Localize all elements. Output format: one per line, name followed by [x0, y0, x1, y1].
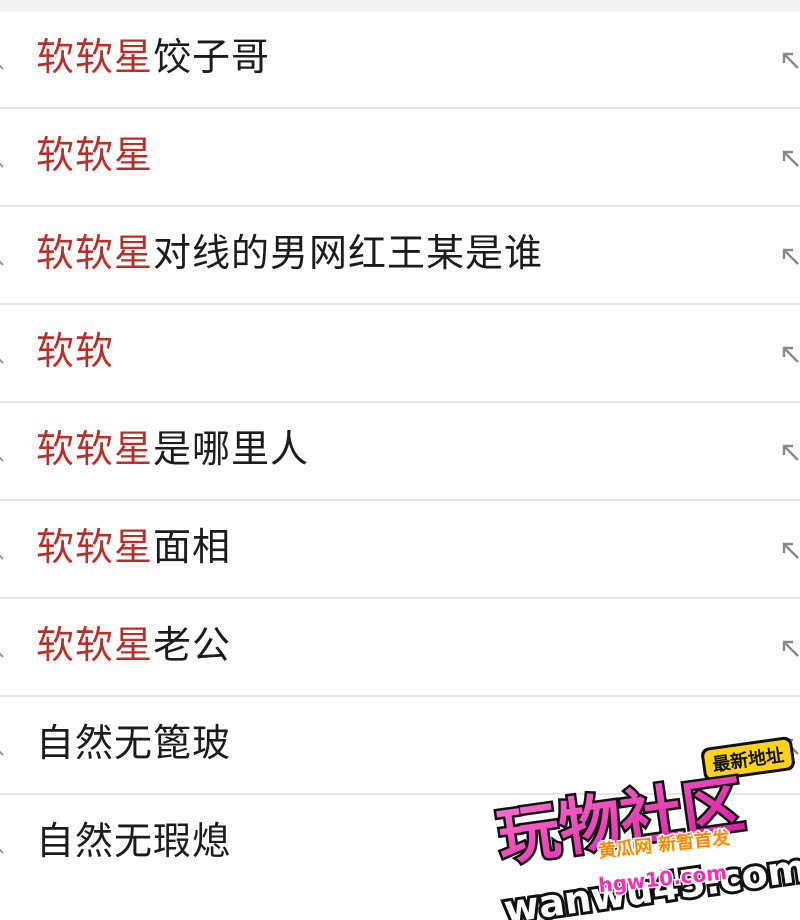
suggestion-text: 软软星老公	[36, 622, 231, 668]
suggestion-text: 软软星对线的男网红王某是谁	[36, 230, 543, 276]
suggestion-row[interactable]: 软软星老公	[0, 600, 800, 697]
suggestion-text: 软软星面相	[36, 524, 231, 570]
arrow-up-left-icon[interactable]	[780, 734, 800, 758]
search-icon	[0, 652, 4, 658]
arrow-up-left-icon[interactable]	[780, 244, 800, 268]
suggestion-text: 软软星饺子哥	[36, 34, 270, 80]
suggestion-text: 自然无瑕熄	[36, 818, 231, 864]
suggestion-row[interactable]: 自然无瑕熄	[0, 796, 800, 893]
suggestion-highlight: 软软星	[36, 231, 154, 275]
arrow-up-left-icon[interactable]	[780, 440, 800, 464]
suggestion-rest: 面相	[153, 525, 232, 569]
search-icon	[0, 848, 4, 854]
suggestion-highlight: 软软星	[36, 525, 154, 569]
search-icon	[0, 260, 4, 266]
suggestion-highlight: 软软	[36, 329, 115, 373]
suggestion-text: 软软	[36, 328, 114, 374]
arrow-up-left-icon[interactable]	[780, 342, 800, 366]
suggestion-row[interactable]: 软软星	[0, 110, 800, 207]
suggestion-row[interactable]: 软软星是哪里人	[0, 404, 800, 501]
suggestion-row[interactable]: 软软	[0, 306, 800, 403]
suggestion-rest: 老公	[153, 623, 232, 667]
search-icon	[0, 162, 4, 168]
suggestion-rest: 自然无瑕熄	[36, 819, 232, 863]
suggestion-highlight: 软软星	[36, 623, 154, 667]
suggestion-rest: 是哪里人	[153, 427, 310, 471]
suggestion-row[interactable]: 软软星面相	[0, 502, 800, 599]
suggestion-text: 自然无篦玻	[36, 720, 231, 766]
search-icon	[0, 456, 4, 462]
search-icon	[0, 750, 4, 756]
suggestion-highlight: 软软星	[36, 35, 154, 79]
suggestion-list: 软软星饺子哥 软软星 软软星对线的男网红王某是谁 软软 软软星是哪里人 软软星面…	[0, 0, 800, 920]
suggestion-row[interactable]: 软软星对线的男网红王某是谁	[0, 208, 800, 305]
suggestion-rest: 饺子哥	[153, 35, 271, 79]
arrow-up-left-icon[interactable]	[780, 538, 800, 562]
arrow-up-left-icon[interactable]	[780, 48, 800, 72]
suggestion-highlight: 软软星	[36, 427, 154, 471]
arrow-up-left-icon[interactable]	[780, 146, 800, 170]
suggestion-rest: 对线的男网红王某是谁	[153, 231, 544, 275]
suggestion-rest: 自然无篦玻	[36, 721, 232, 765]
search-icon	[0, 64, 4, 70]
suggestion-text: 软软星	[36, 132, 153, 178]
search-icon	[0, 554, 4, 560]
suggestion-text: 软软星是哪里人	[36, 426, 309, 472]
arrow-up-left-icon[interactable]	[780, 636, 800, 660]
suggestion-highlight: 软软星	[36, 133, 154, 177]
search-icon	[0, 358, 4, 364]
suggestion-row[interactable]: 软软星饺子哥	[0, 12, 800, 109]
suggestion-row[interactable]: 自然无篦玻	[0, 698, 800, 795]
